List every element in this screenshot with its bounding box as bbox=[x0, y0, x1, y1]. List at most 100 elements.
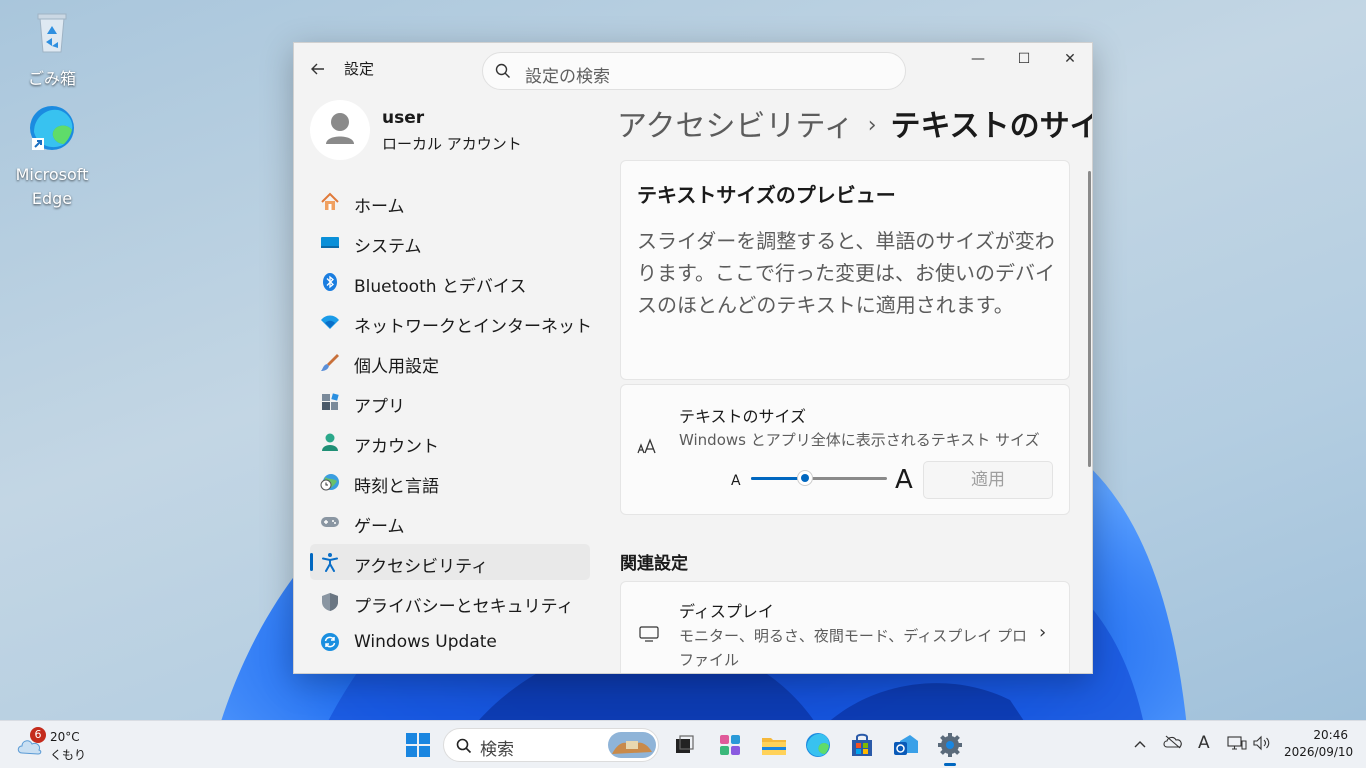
text-size-icon bbox=[637, 437, 659, 459]
search-icon bbox=[456, 738, 472, 754]
display-title: ディスプレイ bbox=[679, 602, 774, 621]
network-icon[interactable] bbox=[1227, 735, 1247, 755]
breadcrumb-separator: › bbox=[867, 113, 877, 138]
sidebar-item-label: アクセシビリティ bbox=[354, 557, 489, 577]
sidebar-item-label: 個人用設定 bbox=[354, 357, 439, 377]
sidebar-item-windows-update[interactable]: Windows Update bbox=[310, 624, 590, 660]
taskbar: 6 20°C くもり 検索 A 20:46 2026/09/10 bbox=[0, 720, 1366, 768]
onedrive-offline-icon[interactable] bbox=[1163, 735, 1183, 753]
sidebar-item-apps[interactable]: アプリ bbox=[310, 384, 590, 420]
recycle-bin-icon bbox=[37, 13, 67, 53]
tray-overflow-icon[interactable] bbox=[1133, 735, 1147, 753]
wifi-icon bbox=[321, 315, 339, 329]
ime-indicator[interactable]: A bbox=[1198, 733, 1210, 753]
sidebar-nav: ホーム システム Bluetooth とデバイス ネットワークとインターネット bbox=[310, 184, 592, 664]
search-placeholder: 設定の検索 bbox=[525, 67, 610, 87]
content-scrollbar[interactable] bbox=[1088, 171, 1091, 467]
edge-icon[interactable] bbox=[802, 729, 834, 761]
weather-condition: くもり bbox=[50, 748, 87, 762]
sidebar-item-home[interactable]: ホーム bbox=[310, 184, 590, 220]
slider-thumb[interactable] bbox=[797, 470, 814, 486]
sidebar-item-time-language[interactable]: 時刻と言語 bbox=[310, 464, 590, 500]
sidebar-item-label: ゲーム bbox=[354, 517, 405, 537]
sidebar-item-label: ホーム bbox=[354, 197, 405, 217]
volume-icon[interactable] bbox=[1252, 735, 1272, 755]
brush-icon bbox=[321, 354, 339, 371]
page-title: テキストのサイズ bbox=[890, 109, 1092, 144]
preview-title: テキストサイズのプレビュー bbox=[637, 183, 896, 207]
desktop-icon-label: Microsoft Edge bbox=[15, 165, 89, 208]
related-settings-heading: 関連設定 bbox=[620, 554, 688, 574]
microsoft-store-icon[interactable] bbox=[846, 729, 878, 761]
sidebar-item-label: システム bbox=[354, 237, 422, 257]
desktop-icon-recycle-bin[interactable]: ごみ箱 bbox=[7, 8, 97, 91]
avatar bbox=[310, 100, 370, 160]
taskbar-search-placeholder: 検索 bbox=[480, 740, 514, 760]
temperature: 20°C bbox=[50, 730, 80, 744]
desktop-icon-edge[interactable]: Microsoft Edge bbox=[7, 104, 97, 211]
sidebar-item-accessibility[interactable]: アクセシビリティ bbox=[310, 544, 590, 580]
sidebar-item-privacy[interactable]: プライバシーとセキュリティ bbox=[310, 584, 590, 620]
sidebar-item-accounts[interactable]: アカウント bbox=[310, 424, 590, 460]
sidebar-item-label: ネットワークとインターネット bbox=[354, 317, 592, 337]
slider-max-label: A bbox=[895, 465, 913, 495]
sidebar-item-network[interactable]: ネットワークとインターネット bbox=[310, 304, 592, 340]
text-size-title: テキストのサイズ bbox=[679, 407, 807, 426]
task-view-icon[interactable] bbox=[668, 729, 700, 761]
title-bar: 設定 設定の検索 — ☐ ✕ bbox=[294, 43, 1092, 93]
apps-icon bbox=[322, 393, 339, 410]
sidebar-item-gaming[interactable]: ゲーム bbox=[310, 504, 590, 540]
close-button[interactable]: ✕ bbox=[1047, 43, 1092, 75]
clock-time: 20:46 bbox=[1313, 728, 1348, 742]
apply-button[interactable]: 適用 bbox=[923, 461, 1053, 499]
sidebar-item-label: 時刻と言語 bbox=[354, 477, 439, 497]
app-title: 設定 bbox=[344, 60, 375, 78]
bluetooth-icon bbox=[323, 273, 337, 291]
text-size-description: Windows とアプリ全体に表示されるテキスト サイズ bbox=[679, 431, 1040, 449]
shield-icon bbox=[322, 593, 338, 611]
user-name: user bbox=[382, 108, 425, 128]
system-icon bbox=[321, 237, 339, 248]
sidebar-item-personalization[interactable]: 個人用設定 bbox=[310, 344, 590, 380]
clock[interactable]: 20:46 2026/09/10 bbox=[1284, 727, 1354, 761]
sidebar-item-label: プライバシーとセキュリティ bbox=[354, 597, 574, 617]
clock-date: 2026/09/10 bbox=[1284, 745, 1354, 759]
start-icon[interactable] bbox=[402, 729, 434, 761]
maximize-button[interactable]: ☐ bbox=[1001, 43, 1047, 75]
gamepad-icon bbox=[321, 517, 339, 527]
search-highlight-icon bbox=[608, 732, 656, 758]
file-explorer-icon[interactable] bbox=[758, 729, 790, 761]
sidebar-item-label: アカウント bbox=[354, 437, 439, 457]
text-preview-card: テキストサイズのプレビュー スライダーを調整すると、単語のサイズが変わります。こ… bbox=[620, 160, 1070, 380]
minimize-button[interactable]: — bbox=[955, 43, 1001, 75]
text-size-slider[interactable] bbox=[751, 470, 887, 487]
preview-text: スライダーを調整すると、単語のサイズが変わります。ここで行った変更は、お使いのデ… bbox=[637, 229, 1055, 317]
settings-window: 設定 設定の検索 — ☐ ✕ user ローカル アカウント ホーム システム … bbox=[293, 42, 1093, 674]
back-button[interactable] bbox=[306, 57, 330, 81]
sidebar-item-label: Bluetooth とデバイス bbox=[354, 277, 527, 297]
edge-icon bbox=[30, 106, 74, 150]
settings-search-input[interactable]: 設定の検索 bbox=[482, 52, 906, 90]
sidebar-item-label: アプリ bbox=[354, 397, 405, 417]
weather-badge: 6 bbox=[30, 727, 46, 743]
active-indicator bbox=[310, 553, 313, 571]
display-description: モニター、明るさ、夜間モード、ディスプレイ プロファイル bbox=[679, 627, 1027, 669]
account-icon bbox=[322, 433, 338, 451]
monitor-icon bbox=[639, 626, 659, 642]
settings-gear-icon[interactable] bbox=[934, 729, 966, 761]
accessibility-icon bbox=[322, 553, 338, 572]
user-icon bbox=[326, 113, 354, 144]
sidebar-item-label: Windows Update bbox=[354, 632, 497, 652]
outlook-icon[interactable] bbox=[890, 729, 922, 761]
sidebar-item-system[interactable]: システム bbox=[310, 224, 590, 260]
globe-clock-icon bbox=[320, 474, 339, 491]
breadcrumb-parent[interactable]: アクセシビリティ bbox=[617, 109, 854, 144]
taskbar-search-input[interactable]: 検索 bbox=[443, 728, 659, 762]
chevron-right-icon: › bbox=[1039, 622, 1047, 643]
breadcrumb: アクセシビリティ › テキストのサイズ bbox=[617, 101, 1092, 145]
display-settings-link[interactable]: ディスプレイ モニター、明るさ、夜間モード、ディスプレイ プロファイル › bbox=[620, 581, 1070, 673]
copilot-icon[interactable] bbox=[714, 729, 746, 761]
sidebar-item-bluetooth[interactable]: Bluetooth とデバイス bbox=[310, 264, 590, 300]
update-icon bbox=[321, 633, 339, 651]
home-icon bbox=[321, 192, 339, 210]
